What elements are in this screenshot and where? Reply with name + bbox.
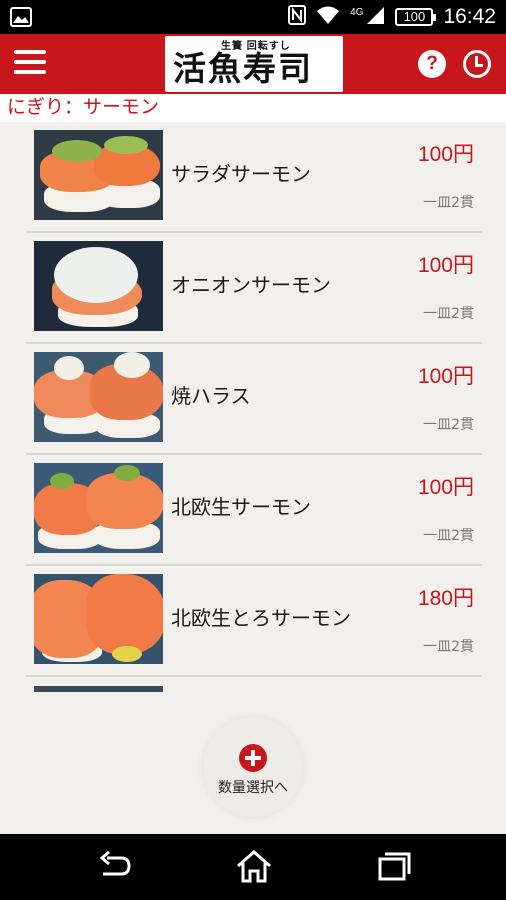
list-item[interactable]: オニオンサーモン 100円 一皿2貫 xyxy=(26,233,482,344)
item-name: 北欧生サーモン xyxy=(171,495,311,519)
hamburger-menu-icon[interactable] xyxy=(14,50,46,78)
home-icon[interactable] xyxy=(234,848,274,884)
item-unit: 一皿2貫 xyxy=(423,417,474,433)
app-logo: 生簀 回転すし 活魚寿司 xyxy=(165,36,343,92)
item-price: 100円 xyxy=(417,365,474,388)
list-item[interactable]: 焼ハラス 100円 一皿2貫 xyxy=(26,344,482,455)
plus-icon xyxy=(239,744,267,772)
item-price: 180円 xyxy=(417,587,474,610)
list-item[interactable]: 北欧生サーモン 100円 一皿2貫 xyxy=(26,455,482,566)
battery-icon: 100 xyxy=(395,8,437,26)
sushi-photo xyxy=(34,463,163,553)
gallery-notification-icon xyxy=(10,7,32,31)
quantity-select-button[interactable]: 数量選択へ xyxy=(203,717,303,817)
back-arrow-icon[interactable] xyxy=(95,848,135,884)
nfc-icon xyxy=(288,5,307,29)
clock-time: 16:42 xyxy=(443,5,496,28)
status-bar: 4G 100 16:42 xyxy=(0,0,506,34)
sushi-photo xyxy=(34,352,163,442)
item-name: 焼ハラス xyxy=(171,384,251,408)
sushi-photo xyxy=(34,574,163,664)
recent-apps-icon[interactable] xyxy=(374,848,414,884)
network-type: 4G xyxy=(350,6,364,18)
category-title: にぎり：サーモン xyxy=(7,96,160,118)
list-item-partial[interactable] xyxy=(34,686,163,692)
item-price: 100円 xyxy=(417,476,474,499)
item-unit: 一皿2貫 xyxy=(423,639,474,655)
item-price: 100円 xyxy=(417,143,474,166)
navigation-bar xyxy=(0,834,506,900)
item-unit: 一皿2貫 xyxy=(423,195,474,211)
list-item[interactable]: サラダサーモン 100円 一皿2貫 xyxy=(26,122,482,233)
logo-title: 活魚寿司 xyxy=(173,49,313,88)
wifi-icon xyxy=(316,5,340,29)
item-name: サラダサーモン xyxy=(171,162,311,186)
clock-icon[interactable] xyxy=(463,50,491,78)
list-item[interactable]: 北欧生とろサーモン 180円 一皿2貫 xyxy=(26,566,482,677)
item-unit: 一皿2貫 xyxy=(423,306,474,322)
sushi-photo xyxy=(34,130,163,220)
category-bar: にぎり：サーモン xyxy=(0,94,506,122)
item-unit: 一皿2貫 xyxy=(423,528,474,544)
sushi-photo xyxy=(34,241,163,331)
item-name: 北欧生とろサーモン xyxy=(171,606,351,630)
app-header: 生簀 回転すし 活魚寿司 ? xyxy=(0,34,506,94)
quantity-select-label: 数量選択へ xyxy=(218,780,288,796)
item-price: 100円 xyxy=(417,254,474,277)
item-name: オニオンサーモン xyxy=(171,273,331,297)
question-icon[interactable]: ? xyxy=(418,50,446,78)
signal-icon xyxy=(365,5,385,29)
